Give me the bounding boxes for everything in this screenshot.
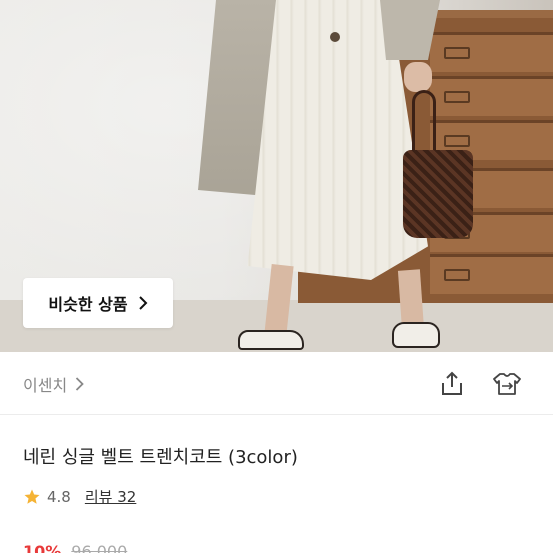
- discount-rate: 10%: [23, 542, 62, 553]
- drawer-handle: [444, 91, 470, 103]
- similar-products-button[interactable]: 비슷한 상품: [23, 278, 173, 328]
- shop-bar: 이센치: [0, 352, 553, 414]
- original-price: 96,000: [71, 542, 128, 553]
- section-divider: [0, 414, 553, 415]
- drawer-handle: [444, 269, 470, 281]
- product-rating: 4.8 리뷰 32: [23, 486, 136, 507]
- compare-icon[interactable]: [490, 370, 524, 398]
- product-title: 네린 싱글 벨트 트렌치코트 (3color): [23, 447, 298, 468]
- dresser-drawer: [430, 76, 553, 116]
- dresser-drawer: [430, 254, 553, 294]
- image-hand: [404, 62, 432, 92]
- drawer-handle: [444, 135, 470, 147]
- shop-link[interactable]: 이센치: [23, 372, 84, 396]
- product-image[interactable]: 비슷한 상품: [0, 0, 553, 352]
- review-count-link[interactable]: 리뷰 32: [85, 486, 136, 507]
- similar-products-label: 비슷한 상품: [48, 295, 128, 314]
- star-icon: [24, 489, 40, 504]
- drawer-handle: [444, 47, 470, 59]
- shop-name: 이센치: [23, 376, 68, 395]
- image-shoe: [238, 330, 304, 350]
- image-coat-button: [330, 32, 340, 42]
- dresser-drawer: [430, 32, 553, 72]
- chevron-right-icon: [76, 377, 84, 391]
- image-bag-strap: [412, 90, 436, 156]
- chevron-right-icon: [138, 296, 147, 310]
- image-bag: [403, 150, 473, 238]
- price-row: 10% 96,000: [23, 542, 127, 553]
- rating-value: 4.8: [47, 487, 71, 506]
- share-icon[interactable]: [438, 370, 466, 398]
- image-shoe: [392, 322, 440, 348]
